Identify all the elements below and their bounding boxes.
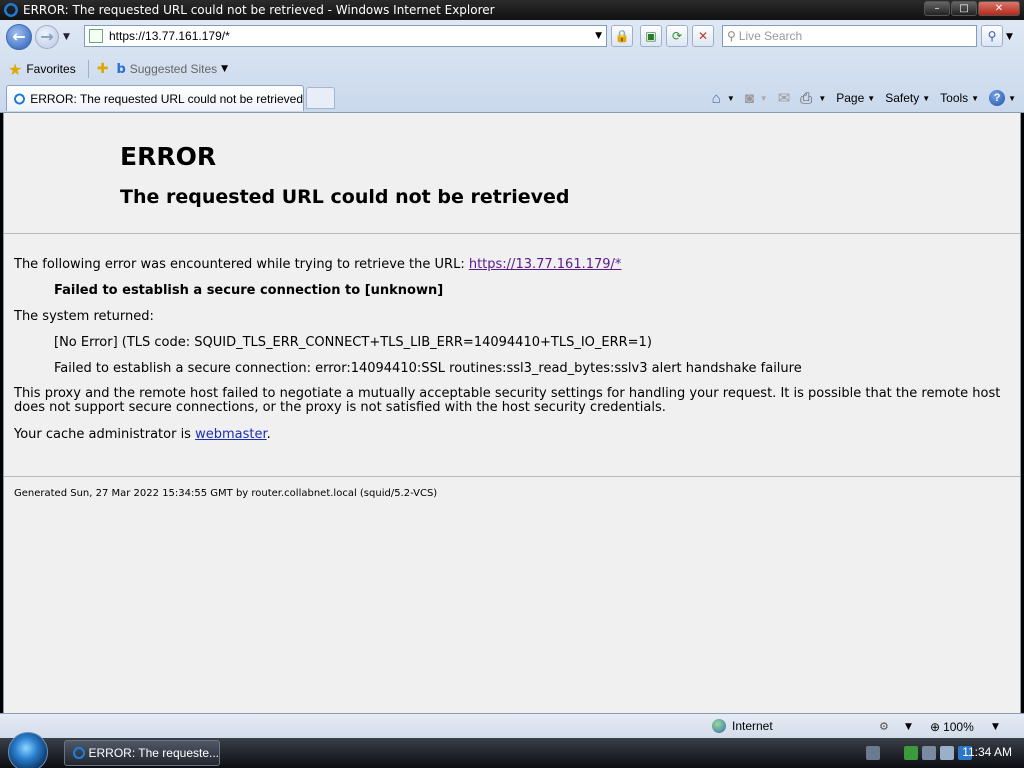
favorites-star-icon[interactable]: ★	[8, 60, 22, 79]
forward-button[interactable]: →	[35, 25, 59, 49]
chevron-down-icon: ▼	[1008, 93, 1016, 103]
taskbar: ERROR: The requeste... 11:34 AM	[0, 732, 1024, 768]
suggested-sites-dropdown-icon[interactable]: ▼	[221, 64, 228, 74]
intro-paragraph: The following error was encountered whil…	[14, 257, 621, 272]
window-controls: – □ ✕	[923, 1, 1020, 16]
address-bar[interactable]: ▼	[84, 25, 607, 47]
bing-icon: b	[116, 61, 126, 77]
chevron-down-icon: ▼	[867, 93, 876, 103]
tray-check-icon[interactable]	[904, 746, 918, 760]
zoom-dropdown-icon[interactable]: ▼	[992, 722, 999, 732]
status-bar: Internet ⚙ ▼ ⊕ 100% ▼	[0, 713, 1024, 738]
feeds-icon[interactable]: ◙	[745, 90, 754, 107]
system-returned-label: The system returned:	[14, 309, 154, 324]
print-dropdown-icon[interactable]: ▼	[818, 94, 826, 103]
maximize-button[interactable]: □	[951, 1, 977, 16]
help-icon: ?	[989, 90, 1006, 106]
zoom-level: 100%	[943, 720, 974, 734]
refresh-button[interactable]: ⟳	[666, 25, 688, 47]
zoom-control[interactable]: ⊕ 100%	[930, 720, 974, 734]
tab-ie-icon	[14, 91, 26, 106]
error-header: ERROR The requested URL could not be ret…	[4, 113, 1020, 233]
new-tab-button[interactable]	[306, 87, 335, 109]
home-dropdown-icon[interactable]: ▼	[727, 94, 735, 103]
explanation-paragraph: This proxy and the remote host failed to…	[14, 386, 1001, 415]
divider	[4, 476, 1020, 477]
add-to-favorites-icon[interactable]: ✚	[97, 61, 109, 77]
admin-paragraph: Your cache administrator is webmaster.	[14, 427, 271, 442]
search-input[interactable]	[738, 29, 976, 43]
ssl-error-line: Failed to establish a secure connection:…	[54, 361, 802, 376]
home-icon[interactable]: ⌂	[712, 90, 721, 107]
globe-icon	[712, 719, 726, 733]
ie-logo-icon	[3, 2, 19, 18]
chevron-down-icon: ▼	[922, 93, 931, 103]
safety-menu[interactable]: Safety ▼	[885, 91, 930, 105]
live-search-icon: ⚲	[727, 29, 736, 43]
feeds-dropdown-icon[interactable]: ▼	[760, 94, 768, 103]
tray-volume-icon[interactable]	[940, 746, 954, 760]
admin-suffix: .	[266, 427, 271, 442]
tab-label: ERROR: The requested URL could not be re…	[30, 91, 303, 106]
page-menu[interactable]: Page ▼	[836, 91, 875, 105]
start-button[interactable]	[8, 732, 48, 768]
security-lock-icon[interactable]: 🔒	[611, 25, 633, 47]
chevron-down-icon[interactable]: ▼	[905, 722, 912, 732]
search-options-dropdown-icon[interactable]: ▼	[1006, 32, 1013, 42]
print-icon[interactable]: ⎙	[800, 90, 812, 107]
chevron-down-icon: ▼	[971, 93, 980, 103]
back-button[interactable]: ←	[6, 24, 32, 50]
search-box[interactable]: ⚲	[722, 25, 977, 47]
task-label: ERROR: The requeste...	[88, 746, 220, 760]
failure-message: Failed to establish a secure connection …	[54, 283, 444, 298]
close-window-button[interactable]: ✕	[978, 1, 1020, 16]
window-title-bar[interactable]: ERROR: The requested URL could not be re…	[0, 0, 1024, 20]
protected-mode-icon[interactable]: ⚙	[879, 720, 889, 733]
ie-task-icon	[73, 745, 85, 761]
tab-row: ERROR: The requested URL could not be re…	[0, 82, 1024, 113]
window-title: ERROR: The requested URL could not be re…	[23, 3, 495, 17]
search-go-button[interactable]: ⚲	[981, 25, 1003, 47]
tools-menu[interactable]: Tools ▼	[940, 91, 979, 105]
address-input[interactable]	[109, 29, 596, 43]
stop-button[interactable]: ✕	[692, 25, 714, 47]
webmaster-link[interactable]: webmaster	[195, 427, 267, 442]
minimize-button[interactable]: –	[924, 1, 950, 16]
admin-prefix: Your cache administrator is	[14, 427, 196, 442]
favorites-button[interactable]: Favorites	[26, 62, 75, 76]
tray-network-icon[interactable]	[922, 746, 936, 760]
taskbar-item-ie[interactable]: ERROR: The requeste...	[64, 740, 220, 766]
error-subheading: The requested URL could not be retrieved	[120, 186, 570, 208]
divider	[4, 233, 1020, 234]
security-zone[interactable]: Internet	[712, 719, 773, 733]
command-bar: ⌂ ▼ ◙ ▼ ✉ ⎙ ▼ Page ▼ Safety ▼ Tools ▼ ? ▼	[702, 86, 1016, 110]
recent-pages-dropdown-icon[interactable]: ▼	[63, 32, 70, 42]
tab-active[interactable]: ERROR: The requested URL could not be re…	[6, 85, 304, 111]
zoom-icon: ⊕	[930, 720, 941, 734]
error-heading: ERROR	[120, 142, 217, 171]
help-menu[interactable]: ? ▼	[989, 90, 1016, 106]
page-content: ERROR The requested URL could not be ret…	[3, 113, 1021, 713]
page-icon	[89, 29, 103, 43]
address-dropdown-icon[interactable]: ▼	[595, 31, 602, 41]
page-menu-label: Page	[836, 91, 865, 105]
requested-url-link[interactable]: https://13.77.161.179/*	[469, 257, 622, 272]
suggested-sites-button[interactable]: Suggested Sites	[130, 62, 217, 76]
browser-toolbar: ← → ▼ ▼ 🔒 ▣ ⟳ ✕ ⚲ ⚲ ▼ ★ Favorites ✚ b Su…	[0, 20, 1024, 113]
generated-footer: Generated Sun, 27 Mar 2022 15:34:55 GMT …	[14, 488, 438, 499]
zone-label: Internet	[732, 719, 773, 733]
divider	[87, 60, 89, 78]
error-code-line: [No Error] (TLS code: SQUID_TLS_ERR_CONN…	[54, 335, 652, 350]
tray-keyboard-icon[interactable]	[866, 746, 880, 760]
intro-text: The following error was encountered whil…	[14, 257, 469, 272]
tools-menu-label: Tools	[940, 91, 969, 105]
clock[interactable]: 11:34 AM	[962, 745, 1012, 759]
safety-menu-label: Safety	[885, 91, 920, 105]
compatibility-view-button[interactable]: ▣	[640, 25, 662, 47]
favorites-bar: ★ Favorites ✚ b Suggested Sites ▼	[0, 56, 1024, 82]
mail-icon[interactable]: ✉	[778, 89, 791, 107]
